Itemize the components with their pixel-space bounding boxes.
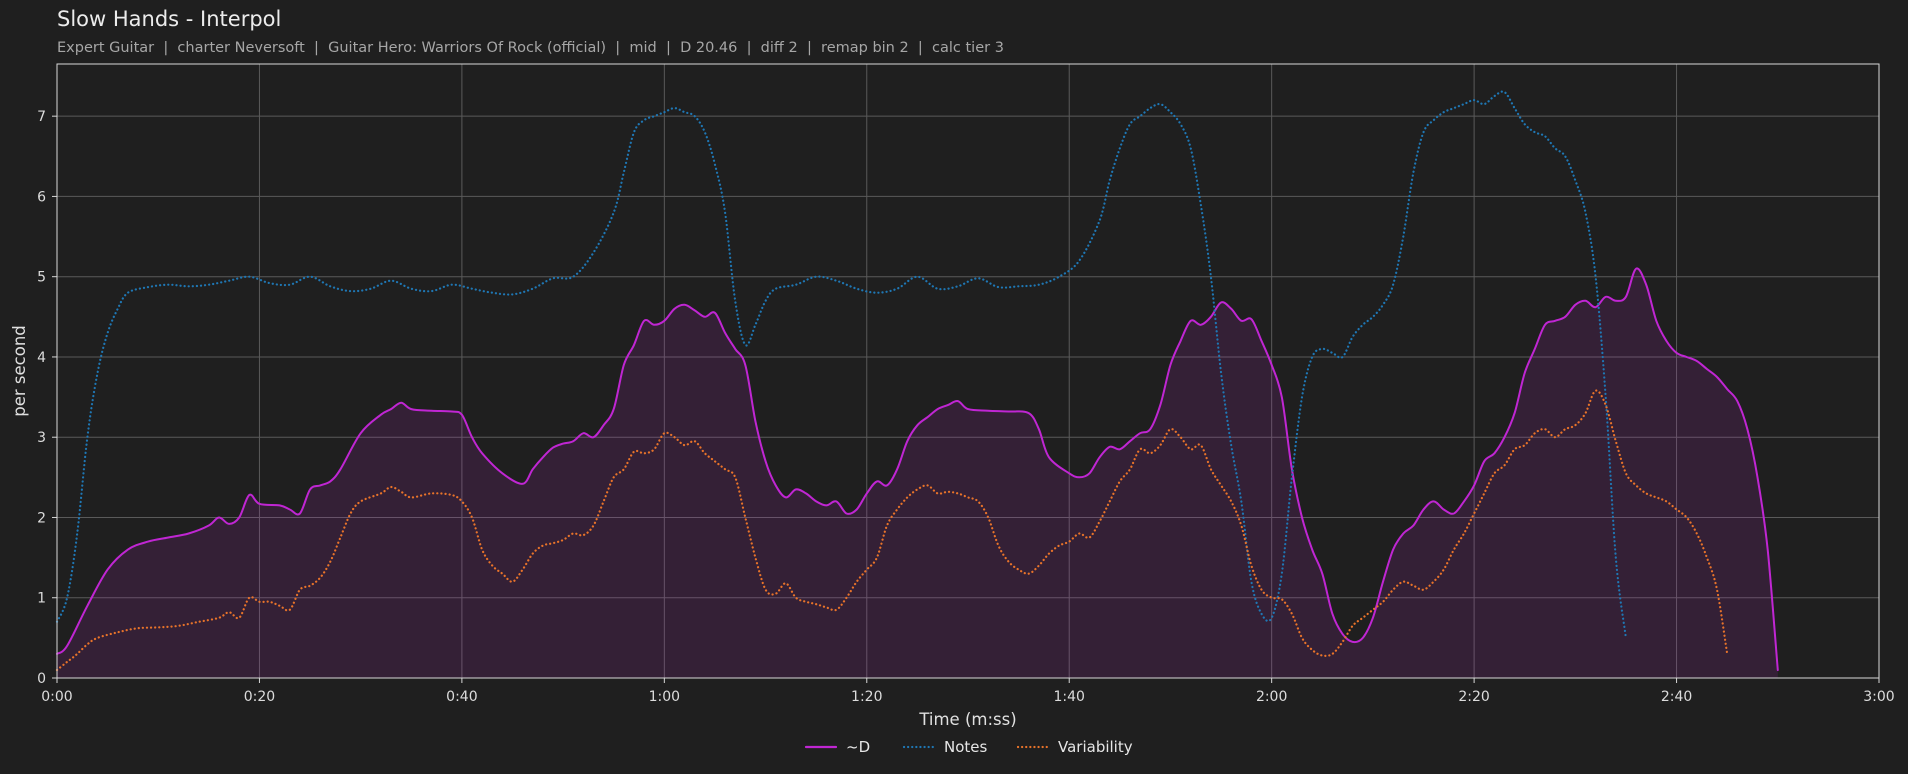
legend: ~D Notes Variability xyxy=(804,738,1133,756)
legend-label-variability: Variability xyxy=(1058,738,1133,756)
y-tick-label: 1 xyxy=(37,591,46,607)
y-tick-label: 2 xyxy=(37,510,46,526)
x-tick-label: 1:00 xyxy=(649,689,680,705)
y-tick-label: 7 xyxy=(37,109,46,125)
legend-label-notes: Notes xyxy=(944,738,988,756)
chart-canvas: 0:00 0:20 0:40 1:00 1:20 1:40 2:00 2:20 2:40 3:00… xyxy=(10,63,1895,756)
x-tick-label: 2:40 xyxy=(1661,689,1692,705)
y-axis-ticks: 0 1 2 3 4 5 6 7 xyxy=(37,109,57,687)
x-tick-label: 1:20 xyxy=(851,689,882,705)
x-tick-label: 1:40 xyxy=(1053,689,1084,705)
x-axis-label: Time (m:ss) xyxy=(918,710,1016,729)
y-tick-label: 6 xyxy=(37,189,46,205)
x-axis-ticks: 0:00 0:20 0:40 1:00 1:20 1:40 2:00 2:20 2:40 3:00 xyxy=(41,678,1895,705)
x-tick-label: 3:00 xyxy=(1863,689,1894,705)
x-tick-label: 0:40 xyxy=(446,689,477,705)
y-tick-label: 3 xyxy=(37,430,46,446)
x-tick-label: 0:20 xyxy=(244,689,275,705)
y-tick-label: 4 xyxy=(37,350,46,366)
x-tick-label: 2:00 xyxy=(1256,689,1287,705)
series-area-d xyxy=(57,268,1778,678)
y-axis-label: per second xyxy=(10,325,29,417)
y-tick-label: 0 xyxy=(37,671,46,687)
legend-label-d: ~D xyxy=(846,738,870,756)
y-tick-label: 5 xyxy=(37,270,46,286)
series-fills xyxy=(57,268,1778,678)
x-tick-label: 0:00 xyxy=(41,689,72,705)
x-tick-label: 2:20 xyxy=(1458,689,1489,705)
